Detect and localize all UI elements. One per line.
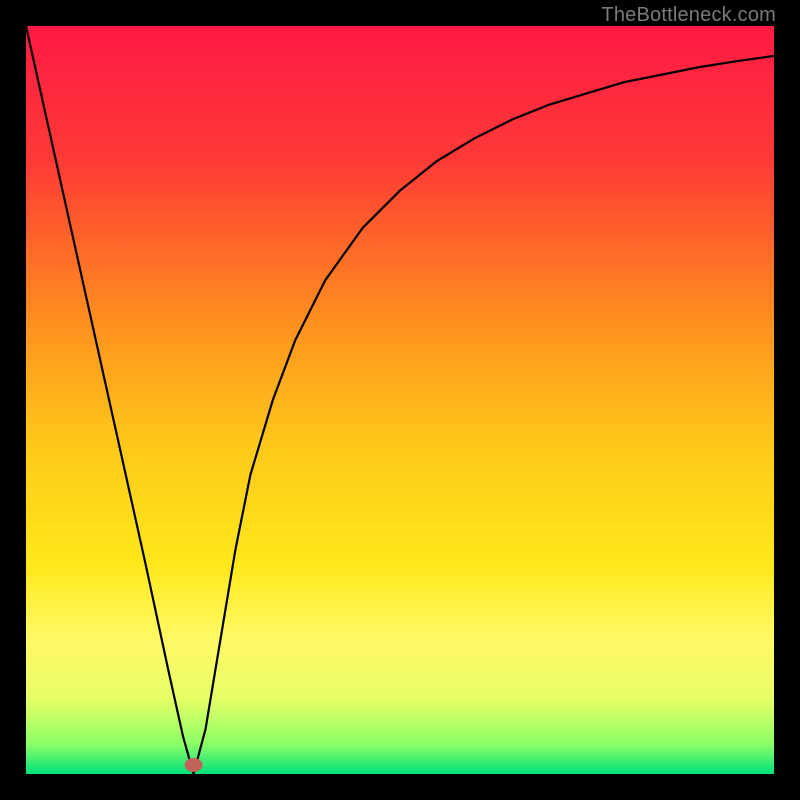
bottleneck-curve: [26, 26, 774, 774]
optimal-marker: [185, 758, 203, 772]
plot-area: [26, 26, 774, 774]
watermark-label: TheBottleneck.com: [601, 4, 776, 27]
chart-frame: TheBottleneck.com: [0, 0, 800, 800]
